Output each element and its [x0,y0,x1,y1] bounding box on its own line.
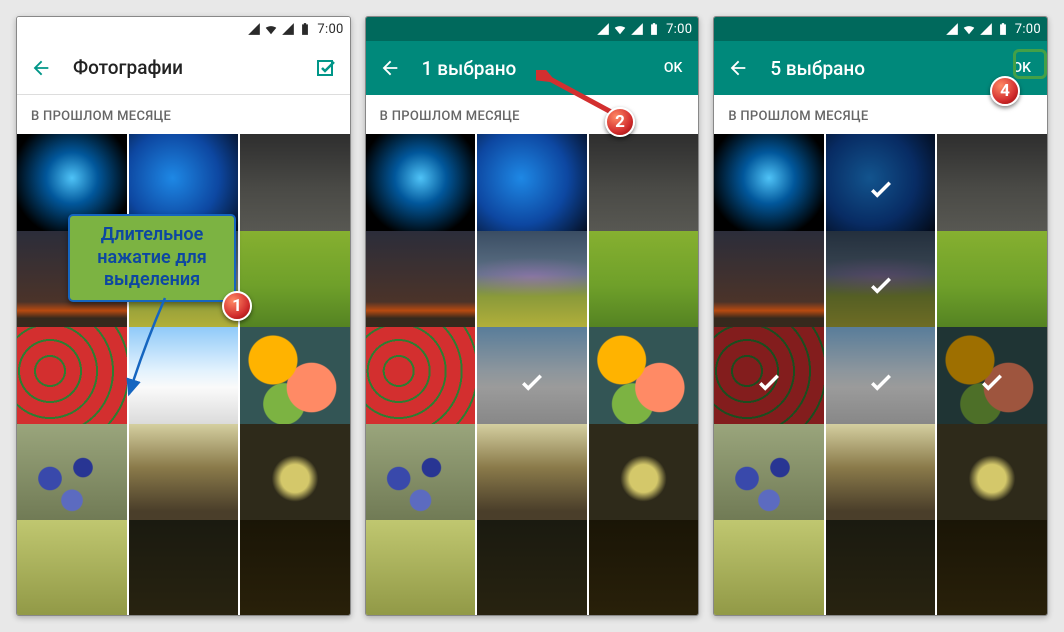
wifi-icon [613,22,627,36]
app-bar: Фотографии [17,41,350,95]
photo-thumb[interactable] [937,327,1047,437]
photo-thumb[interactable] [240,231,350,341]
clock: 7:00 [1015,22,1041,37]
phone-screen-3: 7:00 5 выбрано OK В ПРОШЛОМ МЕСЯЦЕ [713,16,1048,616]
wifi-icon [264,22,278,36]
photo-thumb[interactable] [714,231,824,341]
check-icon [866,367,896,397]
check-icon [977,367,1007,397]
signal-icon [596,22,610,36]
clock: 7:00 [317,22,343,37]
appbar-title: Фотографии [73,56,294,79]
step-badge-4: 4 [990,76,1020,106]
back-button[interactable] [724,54,752,82]
photo-thumb[interactable] [826,520,936,615]
photo-thumb[interactable] [129,520,239,615]
photo-thumb[interactable] [17,327,127,437]
tutorial-callout: Длительное нажатие для выделения [68,214,236,302]
back-button[interactable] [376,54,404,82]
photo-thumb[interactable] [589,520,699,615]
photo-thumb[interactable] [366,134,476,244]
photo-thumb[interactable] [826,424,936,534]
photo-thumb[interactable] [714,134,824,244]
check-icon [866,174,896,204]
photo-thumb[interactable] [937,520,1047,615]
cell-icon [281,22,295,36]
photo-thumb[interactable] [129,424,239,534]
photo-thumb[interactable] [589,424,699,534]
photo-thumb[interactable] [589,327,699,437]
photo-thumb[interactable] [240,424,350,534]
signal-icon [945,22,959,36]
appbar-title: 1 выбрано [422,57,640,80]
photo-thumb[interactable] [589,231,699,341]
cell-icon [630,22,644,36]
ok-button[interactable]: OK [658,56,689,80]
cell-icon [979,22,993,36]
photo-thumb[interactable] [714,327,824,437]
battery-icon [996,22,1010,36]
photo-thumb[interactable] [477,327,587,437]
photo-thumb[interactable] [240,134,350,244]
photo-thumb[interactable] [477,231,587,341]
photo-thumb[interactable] [366,327,476,437]
photo-thumb[interactable] [937,134,1047,244]
arrow-back-icon [379,57,401,79]
photo-thumb[interactable] [129,327,239,437]
photo-thumb[interactable] [477,520,587,615]
photo-thumb[interactable] [826,327,936,437]
photo-thumb[interactable] [366,520,476,615]
photo-thumb[interactable] [826,231,936,341]
section-header: В ПРОШЛОМ МЕСЯЦЕ [366,95,699,134]
photo-thumb[interactable] [937,231,1047,341]
photo-grid [17,134,350,615]
section-header: В ПРОШЛОМ МЕСЯЦЕ [17,95,350,134]
battery-icon [647,22,661,36]
photo-thumb[interactable] [17,520,127,615]
multiselect-button[interactable] [312,54,340,82]
photo-grid [714,134,1047,615]
photo-thumb[interactable] [17,424,127,534]
status-bar: 7:00 [366,17,699,41]
phone-screen-1: 7:00 Фотографии В ПРОШЛОМ МЕСЯЦЕ [16,16,351,616]
photo-thumb[interactable] [714,520,824,615]
status-bar: 7:00 [714,17,1047,41]
photo-thumb[interactable] [589,134,699,244]
arrow-back-icon [30,57,52,79]
photo-thumb[interactable] [366,231,476,341]
photo-thumb[interactable] [240,520,350,615]
back-button[interactable] [27,54,55,82]
status-bar: 7:00 [17,17,350,41]
multiselect-icon [314,56,338,80]
step-badge-2: 2 [605,107,635,137]
app-bar: 1 выбрано OK [366,41,699,95]
step-badge-1: 1 [222,291,252,321]
photo-thumb[interactable] [714,424,824,534]
signal-icon [247,22,261,36]
check-icon [866,270,896,300]
check-icon [754,367,784,397]
wifi-icon [962,22,976,36]
photo-thumb[interactable] [477,424,587,534]
photo-thumb[interactable] [937,424,1047,534]
photo-thumb[interactable] [477,134,587,244]
photo-grid [366,134,699,615]
tutorial-phones-row: 7:00 Фотографии В ПРОШЛОМ МЕСЯЦЕ [0,0,1064,632]
phone-screen-2: 7:00 1 выбрано OK В ПРОШЛОМ МЕСЯЦЕ [365,16,700,616]
appbar-title: 5 выбрано [770,57,988,80]
photo-thumb[interactable] [826,134,936,244]
battery-icon [298,22,312,36]
arrow-back-icon [727,57,749,79]
check-icon [517,367,547,397]
ok-highlight [1013,49,1047,79]
photo-thumb[interactable] [366,424,476,534]
clock: 7:00 [666,22,692,37]
photo-thumb[interactable] [240,327,350,437]
